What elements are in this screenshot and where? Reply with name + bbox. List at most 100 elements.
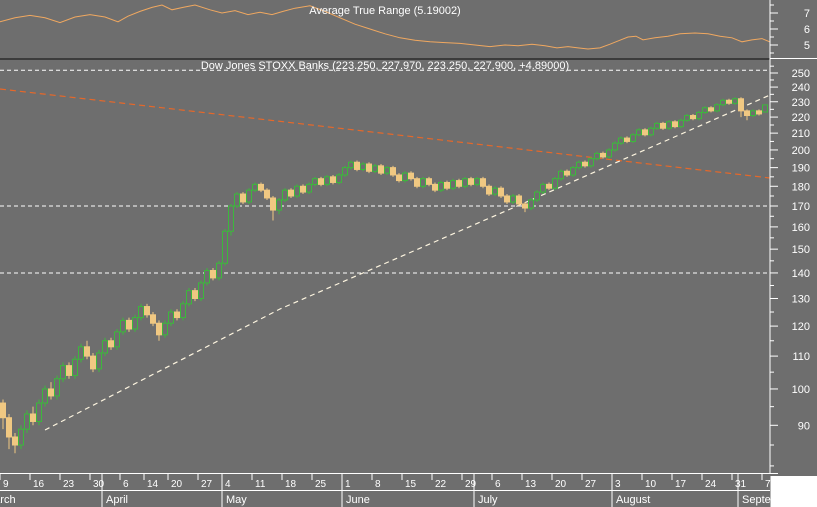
- candle: [696, 110, 702, 121]
- candle: [84, 340, 90, 360]
- candle: [228, 203, 234, 236]
- week-label: 15: [405, 479, 417, 490]
- candle: [438, 180, 444, 193]
- week-label: 24: [705, 479, 717, 490]
- chart-canvas[interactable]: 7652502402302202102001901801701601501401…: [0, 0, 817, 507]
- time-axis[interactable]: 9 16 23 30 6 14 20 27 4 11 18 25 1 8 15 22 29 6 13 20 27 3 10 1…: [0, 473, 796, 507]
- candle: [690, 113, 696, 121]
- month-label: July: [478, 494, 498, 506]
- week-label: 14: [147, 479, 159, 490]
- candle: [582, 160, 588, 168]
- candle: [486, 184, 492, 196]
- candle: [684, 113, 690, 122]
- candle: [534, 190, 540, 202]
- candle: [414, 176, 420, 189]
- candle: [324, 174, 330, 187]
- candle: [252, 182, 258, 193]
- month-label: March: [0, 494, 16, 506]
- axis-label: 250: [792, 68, 810, 80]
- week-label: 29: [465, 479, 477, 490]
- week-label: 7: [765, 479, 771, 490]
- week-label: 25: [315, 479, 327, 490]
- candle: [234, 192, 240, 209]
- downtrend-resistance-line[interactable]: [0, 88, 771, 179]
- candle: [732, 97, 738, 105]
- week-label: 9: [3, 479, 9, 490]
- candle: [420, 176, 426, 189]
- candle: [750, 109, 756, 118]
- candle: [30, 406, 36, 426]
- axis-label: 180: [792, 181, 810, 193]
- chart-window: 7 6 5 250 240 230 220 210 200 190 180 170 160 150 140 1…: [0, 0, 817, 507]
- candle: [336, 173, 342, 185]
- candle: [756, 109, 762, 116]
- candle: [186, 288, 192, 307]
- uptrend-support-line[interactable]: [44, 94, 771, 431]
- axis-label: 5: [804, 40, 810, 52]
- axis-label: 240: [792, 82, 810, 94]
- candle: [180, 301, 186, 321]
- candle: [192, 288, 198, 302]
- candle: [654, 121, 660, 130]
- candle: [606, 148, 612, 159]
- candle: [96, 349, 102, 373]
- week-label: 31: [735, 479, 747, 490]
- week-label: 20: [555, 479, 567, 490]
- week-label: 6: [123, 479, 129, 490]
- candle: [54, 375, 60, 400]
- candle: [744, 109, 750, 121]
- candle: [126, 317, 132, 332]
- candle: [726, 98, 732, 105]
- axis-label: 6: [804, 24, 810, 36]
- week-label: 11: [255, 479, 266, 490]
- candle: [390, 165, 396, 177]
- axis-label: 190: [792, 163, 810, 175]
- week-label: 13: [525, 479, 537, 490]
- candle: [156, 320, 162, 341]
- candle: [24, 410, 30, 434]
- axis-label: 110: [792, 351, 810, 363]
- candle: [72, 356, 78, 379]
- candle: [354, 160, 360, 172]
- axis-label: 220: [792, 112, 810, 124]
- week-label: 3: [615, 479, 621, 490]
- candle: [528, 197, 534, 211]
- candle: [720, 98, 726, 107]
- candle: [636, 128, 642, 137]
- candle: [378, 164, 384, 175]
- candle: [6, 413, 12, 450]
- candle: [498, 186, 504, 198]
- candle: [624, 136, 630, 144]
- price-axis[interactable]: 7 6 5 250 240 230 220 210 200 190 180 170 160 150 140 1…: [769, 0, 810, 474]
- candle: [426, 176, 432, 187]
- candle: [738, 97, 744, 118]
- candle: [162, 320, 168, 338]
- candle: [174, 309, 180, 321]
- axis-label: 90: [798, 420, 810, 432]
- candle: [12, 433, 18, 454]
- week-label: 10: [645, 479, 657, 490]
- candle: [594, 151, 600, 161]
- candle: [450, 178, 456, 191]
- candle: [468, 176, 474, 187]
- candle: [402, 171, 408, 183]
- axis-label: 150: [792, 244, 810, 256]
- candle: [18, 425, 24, 450]
- candle: [612, 141, 618, 152]
- candle: [630, 133, 636, 144]
- candle: [60, 362, 66, 383]
- month-label: April: [106, 494, 128, 506]
- candle: [510, 194, 516, 204]
- candle: [588, 156, 594, 168]
- candle: [240, 192, 246, 204]
- candle: [474, 176, 480, 187]
- atr-panel-plot[interactable]: [0, 4, 771, 50]
- candle: [204, 268, 210, 286]
- candle: [288, 188, 294, 198]
- candle: [306, 182, 312, 195]
- week-label: 30: [93, 479, 105, 490]
- candle: [36, 399, 42, 426]
- candle: [318, 176, 324, 187]
- candle: [42, 385, 48, 407]
- panel-separator: [0, 58, 770, 60]
